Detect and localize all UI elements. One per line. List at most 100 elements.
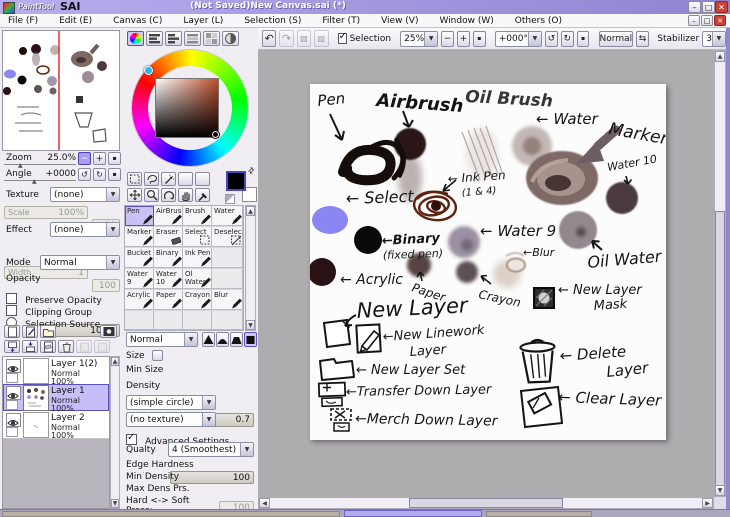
brush-edge-shape-1[interactable] bbox=[202, 332, 215, 347]
chevron-down-icon[interactable]: ▼ bbox=[202, 396, 215, 409]
swatches-tab[interactable] bbox=[203, 31, 220, 46]
doc-restore-button[interactable]: □ bbox=[701, 15, 713, 26]
scroll-left-arrow[interactable]: ◀ bbox=[259, 498, 270, 508]
rotate-cw-button[interactable]: ↻ bbox=[560, 30, 574, 47]
tool-empty-slot[interactable] bbox=[125, 311, 154, 330]
layer-visibility-toggle[interactable] bbox=[6, 359, 21, 373]
chevron-down-icon[interactable]: ▼ bbox=[240, 443, 253, 456]
quality-dropdown[interactable]: 4 (Smoothest) ▼ bbox=[168, 442, 254, 457]
select-all-button[interactable]: ▧ bbox=[296, 30, 312, 47]
tool-empty-slot[interactable] bbox=[183, 311, 212, 330]
vscroll-thumb[interactable] bbox=[715, 211, 725, 487]
doc-close-button[interactable]: ✕ bbox=[714, 15, 726, 26]
chevron-down-icon[interactable]: ▼ bbox=[106, 188, 119, 201]
new-layer-set-button[interactable] bbox=[40, 325, 56, 338]
zoom-level-dropdown[interactable]: 25% ▼ bbox=[400, 30, 439, 47]
zoom-in-button[interactable]: + bbox=[456, 30, 470, 47]
canvas-vscrollbar[interactable]: ▲ ▼ bbox=[714, 50, 726, 497]
color-mode-icon[interactable] bbox=[225, 194, 235, 204]
chevron-down-icon[interactable]: ▼ bbox=[106, 256, 119, 269]
flip-view-button[interactable]: ⇆ bbox=[636, 30, 649, 47]
layer-row[interactable]: Layer 1(2) Normal 100% bbox=[3, 357, 109, 386]
nav-zoom-slider-thumb[interactable]: ▲ bbox=[18, 162, 23, 169]
chevron-down-icon[interactable]: ▼ bbox=[424, 31, 438, 46]
tool-brush[interactable]: Brush bbox=[183, 206, 212, 226]
rotate-ccw-button[interactable]: ↺ bbox=[544, 30, 558, 47]
layer-row-selected[interactable]: Layer 1 Normal 100% bbox=[3, 384, 109, 417]
tool-bucket[interactable]: Bucket bbox=[125, 248, 154, 268]
stabilizer-dropdown[interactable]: 3 ▼ bbox=[702, 30, 726, 47]
color-wheel-tab[interactable] bbox=[127, 31, 144, 46]
scroll-down-arrow[interactable]: ▼ bbox=[111, 499, 119, 508]
brush-edge-shape-3[interactable] bbox=[230, 332, 243, 347]
tool-marker[interactable]: Marker bbox=[125, 227, 154, 247]
tool-crayon[interactable]: Crayon bbox=[183, 290, 212, 310]
tool-water9[interactable]: Water 9 bbox=[125, 269, 154, 289]
chevron-down-icon[interactable]: ▼ bbox=[184, 333, 197, 346]
layer-option-box[interactable] bbox=[6, 373, 18, 383]
menu-view[interactable]: View (V) bbox=[381, 16, 418, 26]
zoom-out-button[interactable]: − bbox=[441, 30, 454, 47]
tool-ink-pen[interactable]: Ink Pen bbox=[183, 248, 212, 268]
nav-angle-slider-thumb[interactable]: ▲ bbox=[32, 178, 37, 185]
foreground-color-swatch[interactable] bbox=[226, 171, 246, 191]
lasso-tool[interactable] bbox=[144, 172, 159, 186]
canvas-viewport[interactable]: Pen Airbrush Oil Brush ← Water Marker Wa… bbox=[258, 50, 714, 497]
taskbar-item[interactable] bbox=[2, 511, 340, 517]
minimize-button[interactable]: – bbox=[688, 1, 701, 13]
texture-dropdown[interactable]: (none) ▼ bbox=[50, 187, 120, 202]
menu-others[interactable]: Others (O) bbox=[515, 16, 562, 26]
zoom-reset-button[interactable]: ▪ bbox=[472, 30, 486, 47]
brush-shape-dropdown[interactable]: (simple circle) ▼ bbox=[126, 395, 216, 410]
layer-down-button[interactable] bbox=[94, 340, 110, 353]
tool-slot-empty[interactable] bbox=[195, 172, 210, 186]
scroll-up-arrow[interactable]: ▲ bbox=[111, 357, 119, 366]
layer-mode-dropdown[interactable]: Normal ▼ bbox=[40, 255, 120, 270]
new-layer-button[interactable] bbox=[4, 325, 20, 338]
layer-visibility-toggle[interactable] bbox=[6, 413, 21, 427]
nav-angle-reset-button[interactable]: ▪ bbox=[108, 168, 121, 181]
menu-edit[interactable]: Edit (E) bbox=[59, 16, 92, 26]
checkbox-icon[interactable] bbox=[126, 432, 137, 445]
view-blend-button[interactable]: Normal bbox=[598, 30, 634, 47]
magic-wand-tool[interactable] bbox=[161, 172, 176, 186]
doc-minimize-button[interactable]: – bbox=[688, 15, 700, 26]
tool-acrylic[interactable]: Acrylic bbox=[125, 290, 154, 310]
chevron-down-icon[interactable]: ▼ bbox=[106, 223, 119, 236]
layer-row[interactable]: Layer 2 Normal 100% bbox=[3, 411, 109, 440]
rotate-view-tool[interactable] bbox=[161, 188, 176, 202]
effect-dropdown[interactable]: (none) ▼ bbox=[50, 222, 120, 237]
layer-option-box[interactable] bbox=[6, 427, 18, 437]
tool-pen[interactable]: Pen bbox=[125, 206, 154, 226]
tool-empty-slot[interactable] bbox=[212, 269, 243, 289]
eyedropper-tool[interactable] bbox=[195, 188, 210, 202]
brush-edge-shape-2[interactable] bbox=[216, 332, 229, 347]
rgb-sliders-tab[interactable] bbox=[146, 31, 163, 46]
layer-up-button[interactable] bbox=[76, 340, 92, 353]
nav-zoom-in-button[interactable]: + bbox=[93, 152, 106, 165]
close-button[interactable]: ✕ bbox=[715, 1, 728, 13]
chevron-down-icon[interactable]: ▼ bbox=[527, 31, 541, 46]
sv-marker[interactable] bbox=[211, 130, 220, 139]
menu-window[interactable]: Window (W) bbox=[439, 16, 493, 26]
nav-zoom-out-button[interactable]: − bbox=[78, 152, 91, 165]
menu-selection[interactable]: Selection (S) bbox=[244, 16, 301, 26]
menu-canvas[interactable]: Canvas (C) bbox=[113, 16, 162, 26]
angle-dropdown[interactable]: +000° ▼ bbox=[494, 30, 542, 47]
tool-slot-empty[interactable] bbox=[178, 172, 193, 186]
chevron-down-icon[interactable]: ▼ bbox=[202, 413, 215, 426]
maximize-button[interactable]: □ bbox=[702, 1, 715, 13]
undo-button[interactable]: ↶ bbox=[262, 30, 277, 47]
redo-button[interactable]: ↷ bbox=[279, 30, 294, 47]
hue-marker[interactable] bbox=[144, 66, 153, 75]
nav-rotate-cw-button[interactable]: ↻ bbox=[93, 168, 106, 181]
tool-empty-slot[interactable] bbox=[154, 311, 183, 330]
menu-layer[interactable]: Layer (L) bbox=[183, 16, 223, 26]
angle-reset-button[interactable]: ▪ bbox=[576, 30, 590, 47]
taskbar-item[interactable] bbox=[486, 511, 592, 517]
scroll-down-arrow[interactable]: ▼ bbox=[246, 320, 255, 330]
tool-water[interactable]: Water bbox=[212, 206, 243, 226]
tool-select[interactable]: Select bbox=[183, 227, 212, 247]
new-linework-layer-button[interactable] bbox=[22, 325, 38, 338]
menu-file[interactable]: File (F) bbox=[8, 16, 38, 26]
